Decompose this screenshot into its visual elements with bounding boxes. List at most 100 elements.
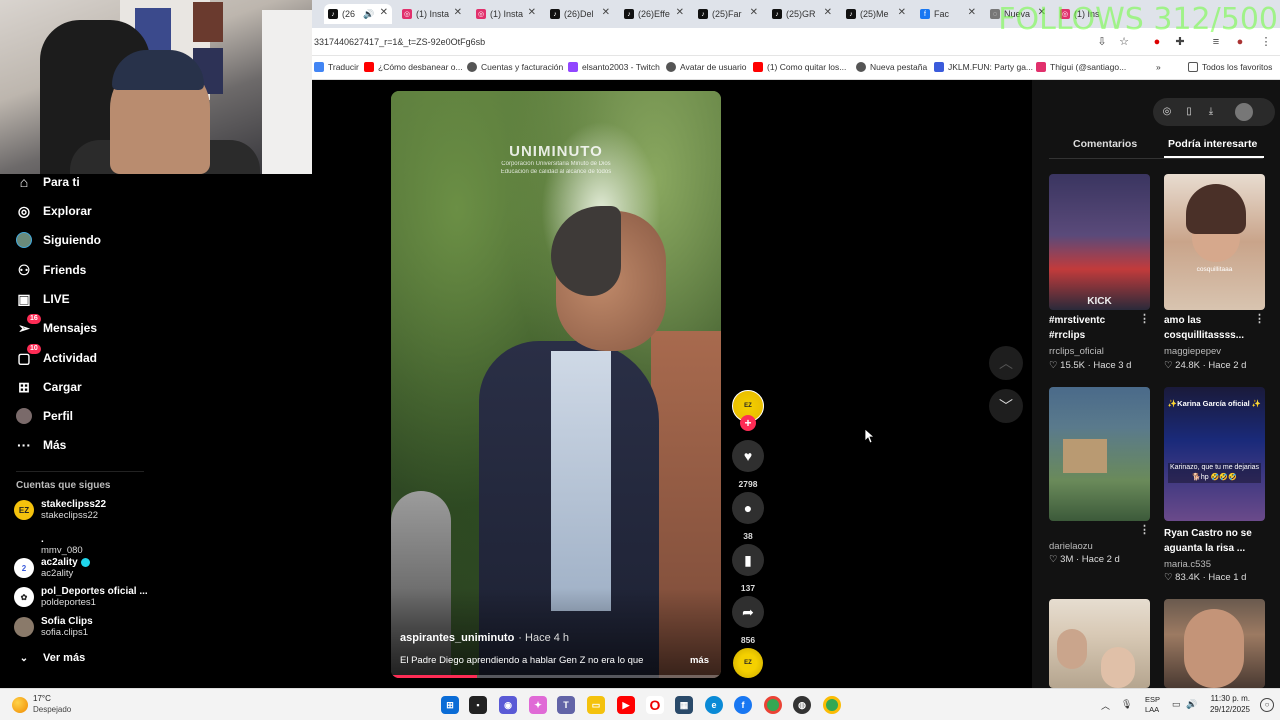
youtube-icon[interactable]: ▶ <box>617 696 635 714</box>
video-thumbnail[interactable] <box>1049 599 1150 688</box>
video-thumbnail[interactable] <box>1164 599 1265 688</box>
nav-actividad[interactable]: ▢ 10 Actividad <box>16 344 97 366</box>
url-text[interactable]: 3317440627417_r=1&_t=ZS-92e0OtFg6sb <box>314 37 485 47</box>
speed-icon[interactable]: ◎ <box>1160 105 1174 119</box>
task-view-icon[interactable]: ▪ <box>469 696 487 714</box>
follow-plus-icon[interactable]: + <box>740 415 756 431</box>
bookmark-item[interactable]: Avatar de usuario <box>666 62 746 72</box>
nav-explorar[interactable]: ◎ Explorar <box>16 203 92 219</box>
close-tab-icon[interactable]: ✕ <box>602 7 610 18</box>
followed-account[interactable]: Sofia Clips sofia.clips1 <box>14 616 93 638</box>
previous-video-button[interactable]: ︿ <box>989 346 1023 380</box>
bookmark-item[interactable]: Cuentas y facturación <box>467 62 563 72</box>
card-title[interactable]: amo las cosquillitassss... <box>1164 313 1258 343</box>
bookmark-item[interactable]: JKLM.FUN: Party ga... <box>934 62 1033 72</box>
browser-tab[interactable]: ♪ (25)Far ✕ <box>694 4 762 24</box>
bookmark-item[interactable]: (1) Como quitar los... <box>753 62 846 72</box>
save-button[interactable]: ▮ 137 <box>732 544 764 593</box>
tab-podria-interesarte[interactable]: Podría interesarte <box>1168 138 1257 150</box>
network-icon[interactable]: ▭ <box>1172 699 1181 710</box>
next-video-button[interactable]: ﹀ <box>989 389 1023 423</box>
clock-date[interactable]: 29/12/2025 <box>1200 705 1250 714</box>
close-tab-icon[interactable]: ✕ <box>968 7 976 18</box>
extensions-icon[interactable]: ✚ <box>1174 36 1186 48</box>
chat-icon[interactable]: ◉ <box>499 696 517 714</box>
video-progress-bar[interactable] <box>391 675 721 678</box>
followed-account[interactable]: . mmv_080 <box>14 534 83 556</box>
extension-opera-icon[interactable]: ● <box>1151 36 1163 48</box>
followed-account[interactable]: 2 ac2ality ac2ality <box>14 557 90 579</box>
close-tab-icon[interactable]: ✕ <box>528 7 536 18</box>
tab-comentarios[interactable]: Comentarios <box>1073 138 1137 150</box>
video-thumbnail[interactable] <box>1049 387 1150 521</box>
language-layout[interactable]: LAA <box>1145 705 1159 714</box>
copilot-icon[interactable]: ✦ <box>529 696 547 714</box>
nav-friends[interactable]: ⚇ Friends <box>16 262 87 278</box>
edge-icon[interactable]: e <box>705 696 723 714</box>
file-explorer-icon[interactable]: ▭ <box>587 696 605 714</box>
browser-tab[interactable]: ♪ (25)Me ✕ <box>842 4 910 24</box>
weather-condition[interactable]: Despejado <box>33 705 71 714</box>
menu-dots-icon[interactable]: ⋮ <box>1260 36 1272 48</box>
browser-tab[interactable]: ◎ (1) Insta ✕ <box>398 4 466 24</box>
comment-button[interactable]: ● 38 <box>732 492 764 541</box>
teams-icon[interactable]: T <box>557 696 575 714</box>
browser-tab[interactable]: f Fac ✕ <box>916 4 980 24</box>
video-thumbnail[interactable]: KICK <box>1049 174 1150 310</box>
all-favorites[interactable]: Todos los favoritos <box>1188 62 1272 72</box>
browser-tab[interactable]: ◎ (1) Insta ✕ <box>472 4 540 24</box>
like-button[interactable]: ♥ 2798 <box>732 440 764 489</box>
nav-siguiendo[interactable]: Siguiendo <box>16 232 101 248</box>
volume-icon[interactable]: 🔊 <box>1186 699 1197 710</box>
bookmark-item[interactable]: elsanto2003 - Twitch <box>568 62 660 72</box>
facebook-icon[interactable]: f <box>734 696 752 714</box>
clock-time[interactable]: 11:30 p. m. <box>1206 694 1250 703</box>
browser-tab[interactable]: ♪ (25)GR ✕ <box>768 4 836 24</box>
caption-more-button[interactable]: más <box>690 655 709 666</box>
store-icon[interactable]: ▦ <box>675 696 693 714</box>
close-tab-icon[interactable]: ✕ <box>750 7 758 18</box>
card-author[interactable]: maria.c535 <box>1164 559 1211 570</box>
bookmark-item[interactable]: Nueva pestaña <box>856 62 927 72</box>
bookmark-star-icon[interactable]: ☆ <box>1118 36 1130 48</box>
bookmarks-overflow-icon[interactable]: » <box>1156 62 1161 72</box>
microphone-icon[interactable]: 🎙 <box>1121 699 1132 710</box>
install-app-icon[interactable]: ⇩ <box>1096 36 1108 48</box>
close-tab-icon[interactable]: ✕ <box>824 7 832 18</box>
nav-para-ti[interactable]: ⌂ Para ti <box>16 174 80 190</box>
nav-mensajes[interactable]: ➢ 16 Mensajes <box>16 314 97 336</box>
start-button-icon[interactable]: ⊞ <box>441 696 459 714</box>
notification-icon[interactable]: ○ <box>1260 698 1274 712</box>
speaker-icon[interactable]: 🔊 <box>363 9 374 20</box>
see-more-button[interactable]: ⌄ Ver más <box>16 650 85 666</box>
bookmark-item[interactable]: Traducir <box>314 62 359 72</box>
user-avatar[interactable] <box>1235 103 1253 121</box>
profile-avatar-icon[interactable]: ● <box>1234 36 1246 48</box>
card-more-icon[interactable]: ⋮ <box>1254 312 1265 325</box>
close-tab-icon[interactable]: ✕ <box>898 7 906 18</box>
nav-cargar[interactable]: ⊞ Cargar <box>16 379 82 395</box>
video-author[interactable]: aspirantes_uniminuto · Hace 4 h <box>400 632 569 644</box>
card-author[interactable]: rrclips_oficial <box>1049 346 1104 357</box>
card-author[interactable]: maggiepepev <box>1164 346 1221 357</box>
card-title[interactable]: Ryan Castro no se aguanta la risa ... <box>1164 526 1258 556</box>
video-thumbnail[interactable]: cosquillitaaa <box>1164 174 1265 310</box>
music-disc-icon[interactable]: EZ <box>733 648 763 678</box>
chrome-icon[interactable] <box>764 696 782 714</box>
followed-account[interactable]: ✿ pol_Deportes oficial ... poldeportes1 <box>14 586 148 608</box>
chrome-profile-icon[interactable] <box>823 696 841 714</box>
nav-live[interactable]: ▣ LIVE <box>16 291 69 307</box>
close-tab-icon[interactable]: ✕ <box>676 7 684 18</box>
card-title[interactable]: #mrstiventc #rrclips <box>1049 313 1143 343</box>
obs-icon[interactable]: ◍ <box>793 696 811 714</box>
opera-icon[interactable]: O <box>646 696 664 714</box>
close-tab-icon[interactable]: ✕ <box>454 7 462 18</box>
card-more-icon[interactable]: ⋮ <box>1139 523 1150 536</box>
video-thumbnail[interactable]: ✨Karina García oficial ✨ Karinazo, que t… <box>1164 387 1265 521</box>
language-indicator[interactable]: ESP <box>1145 695 1160 704</box>
browser-tab[interactable]: ♪ (26)Effe ✕ <box>620 4 688 24</box>
browser-tab[interactable]: ♪ (26)Del ✕ <box>546 4 614 24</box>
nav-perfil[interactable]: Perfil <box>16 408 73 424</box>
reading-list-icon[interactable]: ≡ <box>1210 36 1222 48</box>
card-author[interactable]: darielaozu <box>1049 541 1093 552</box>
